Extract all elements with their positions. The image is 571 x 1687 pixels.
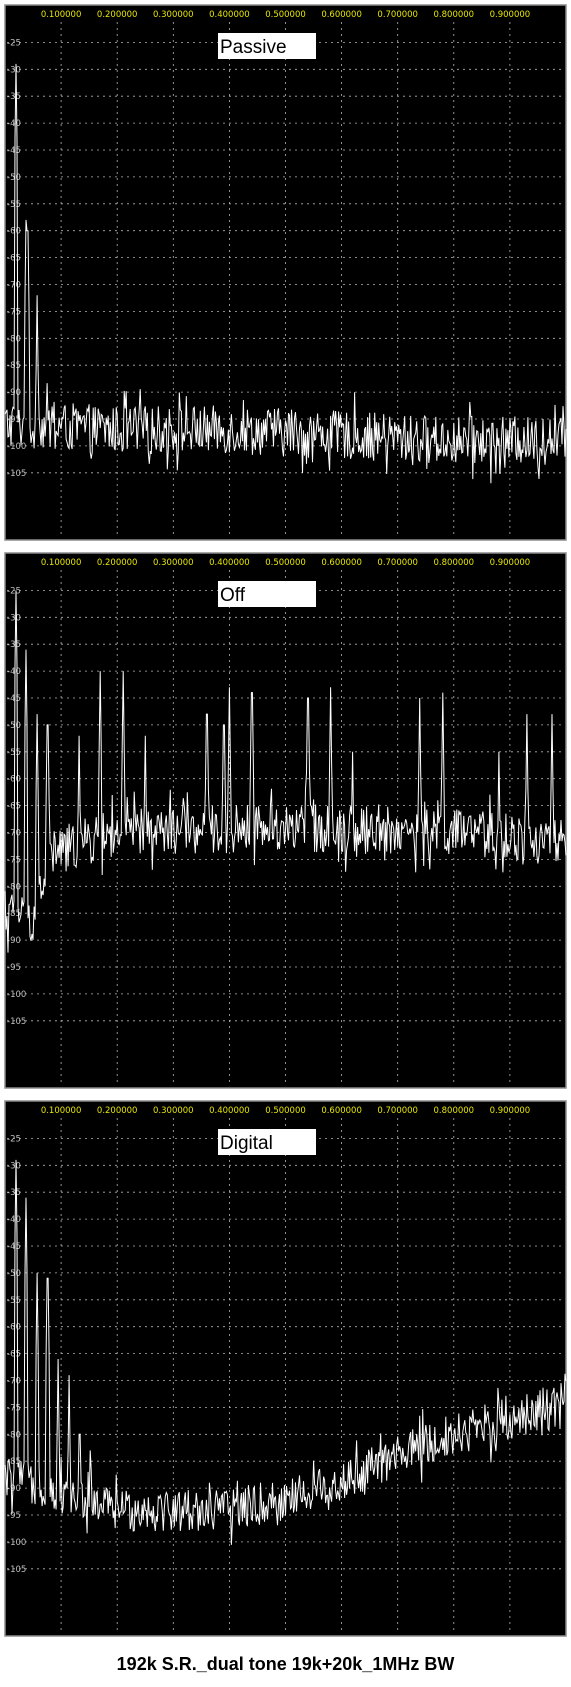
y-tick-label: -100 bbox=[7, 442, 26, 452]
y-tick-label: -35 bbox=[7, 92, 21, 102]
y-tick-label: -45 bbox=[7, 1242, 21, 1252]
x-tick-label: 0.300000 bbox=[153, 558, 194, 568]
x-tick-label: 0.800000 bbox=[434, 1106, 475, 1116]
y-tick-label: -45 bbox=[7, 694, 21, 704]
y-tick-label: -25 bbox=[7, 1134, 21, 1144]
y-tick-label: -35 bbox=[7, 640, 21, 650]
y-tick-label: -25 bbox=[7, 586, 21, 596]
x-tick-label: 0.500000 bbox=[265, 1106, 306, 1116]
x-tick-label: 0.500000 bbox=[265, 10, 306, 20]
x-tick-label: 0.400000 bbox=[209, 10, 250, 20]
x-tick-label: 0.200000 bbox=[97, 558, 138, 568]
spectrum-panel-passive: 0.100000 0.200000 0.300000 0.400000 0.500000… bbox=[0, 0, 571, 545]
y-tick-label: -55 bbox=[7, 200, 21, 210]
y-tick-label: -40 bbox=[7, 119, 21, 129]
x-tick-label: 0.400000 bbox=[209, 1106, 250, 1116]
y-tick-label: -105 bbox=[7, 469, 26, 479]
y-tick-label: -45 bbox=[7, 146, 21, 156]
y-tick-label: -30 bbox=[7, 1161, 21, 1171]
y-tick-label: -60 bbox=[7, 775, 21, 785]
y-tick-label: -105 bbox=[7, 1565, 26, 1575]
plot-area bbox=[4, 1100, 567, 1637]
y-tick-label: -65 bbox=[7, 254, 21, 264]
x-tick-label: 0.300000 bbox=[153, 1106, 194, 1116]
spectrum-chart: 0.100000 0.200000 0.300000 0.400000 0.500000… bbox=[0, 548, 571, 1093]
y-tick-label: -50 bbox=[7, 1269, 21, 1279]
panel-label: Digital bbox=[220, 1133, 273, 1154]
panel-label: Off bbox=[220, 585, 246, 606]
y-tick-label: -40 bbox=[7, 667, 21, 677]
x-tick-label: 0.100000 bbox=[41, 1106, 82, 1116]
x-tick-label: 0.200000 bbox=[97, 1106, 138, 1116]
spectrum-chart: 0.100000 0.200000 0.300000 0.400000 0.500000… bbox=[0, 1096, 571, 1641]
y-tick-label: -55 bbox=[7, 1296, 21, 1306]
y-tick-label: -55 bbox=[7, 748, 21, 758]
x-tick-label: 0.400000 bbox=[209, 558, 250, 568]
y-tick-label: -50 bbox=[7, 173, 21, 183]
x-tick-label: 0.900000 bbox=[490, 10, 531, 20]
x-tick-label: 0.200000 bbox=[97, 10, 138, 20]
y-tick-label: -40 bbox=[7, 1215, 21, 1225]
y-tick-label: -60 bbox=[7, 227, 21, 237]
x-tick-label: 0.300000 bbox=[153, 10, 194, 20]
x-tick-label: 0.600000 bbox=[321, 558, 362, 568]
y-tick-label: -90 bbox=[7, 936, 21, 946]
y-tick-label: -100 bbox=[7, 990, 26, 1000]
panel-label: Passive bbox=[220, 37, 287, 58]
spectrum-panel-digital: 0.100000 0.200000 0.300000 0.400000 0.500000… bbox=[0, 1096, 571, 1641]
spectrum-chart: 0.100000 0.200000 0.300000 0.400000 0.500000… bbox=[0, 0, 571, 545]
y-tick-label: -30 bbox=[7, 65, 21, 75]
y-tick-label: -105 bbox=[7, 1017, 26, 1027]
x-tick-label: 0.800000 bbox=[434, 558, 475, 568]
x-tick-label: 0.500000 bbox=[265, 558, 306, 568]
y-tick-label: -90 bbox=[7, 1484, 21, 1494]
spectrum-panel-off: 0.100000 0.200000 0.300000 0.400000 0.500000… bbox=[0, 548, 571, 1093]
y-tick-label: -50 bbox=[7, 721, 21, 731]
x-tick-label: 0.600000 bbox=[321, 1106, 362, 1116]
y-tick-label: -65 bbox=[7, 1350, 21, 1360]
x-tick-label: 0.700000 bbox=[377, 1106, 418, 1116]
y-tick-label: -35 bbox=[7, 1188, 21, 1198]
y-tick-label: -95 bbox=[7, 1511, 21, 1521]
x-tick-label: 0.800000 bbox=[434, 10, 475, 20]
x-tick-label: 0.600000 bbox=[321, 10, 362, 20]
x-tick-label: 0.700000 bbox=[377, 558, 418, 568]
y-tick-label: -60 bbox=[7, 1323, 21, 1333]
figure-caption: 192k S.R._dual tone 19k+20k_1MHz BW bbox=[116, 1654, 455, 1674]
y-tick-label: -25 bbox=[7, 38, 21, 48]
y-tick-label: -30 bbox=[7, 613, 21, 623]
x-tick-label: 0.100000 bbox=[41, 10, 82, 20]
x-tick-label: 0.700000 bbox=[377, 10, 418, 20]
x-tick-label: 0.900000 bbox=[490, 558, 531, 568]
x-tick-label: 0.100000 bbox=[41, 558, 82, 568]
x-tick-label: 0.900000 bbox=[490, 1106, 531, 1116]
y-tick-label: -100 bbox=[7, 1538, 26, 1548]
y-tick-label: -95 bbox=[7, 963, 21, 973]
